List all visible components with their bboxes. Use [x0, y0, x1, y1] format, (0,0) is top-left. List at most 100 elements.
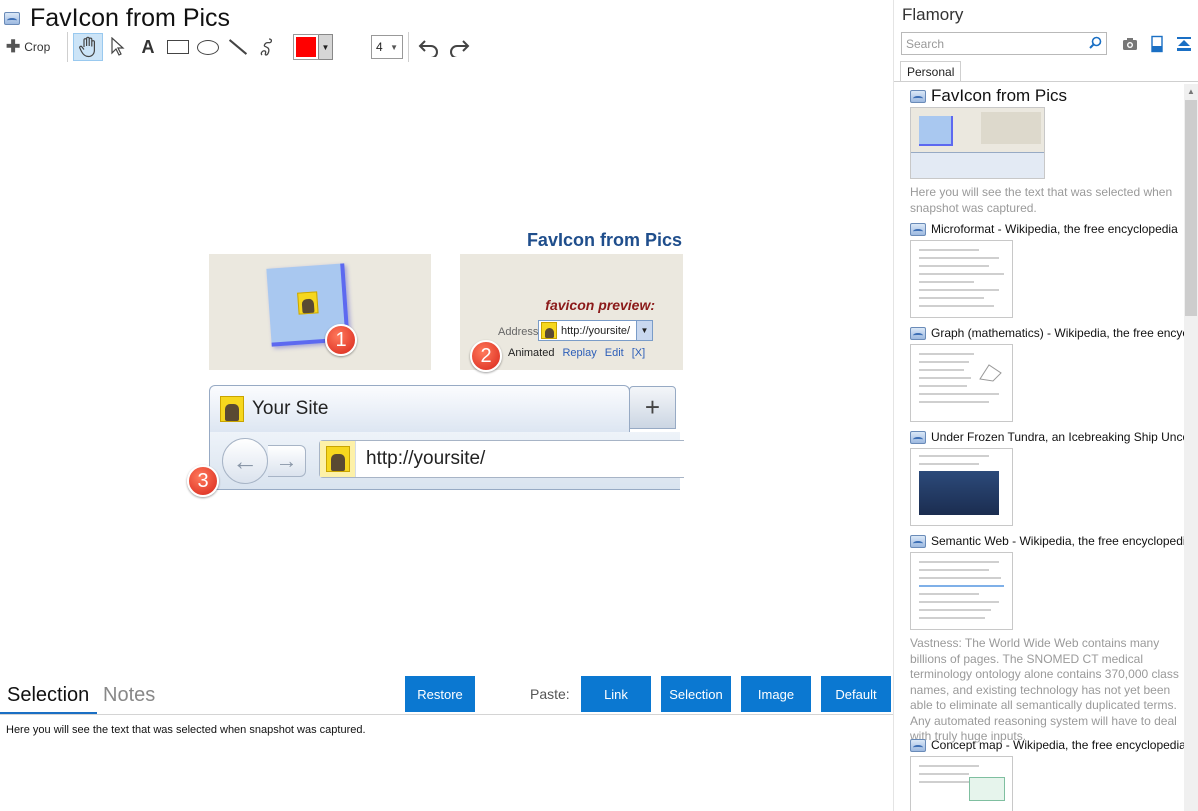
document-title: FavIcon from Pics: [30, 3, 231, 32]
line-width-select[interactable]: 4 ▼: [371, 35, 403, 59]
line-icon: [228, 39, 248, 55]
thumb-line: [919, 401, 989, 403]
line-width-icon: [345, 33, 367, 61]
rectangle-tool-button[interactable]: [163, 33, 193, 61]
toolbar-separator: [67, 32, 68, 62]
collapse-top-icon[interactable]: [1175, 35, 1193, 53]
thumb-preview-box: [981, 112, 1041, 144]
ellipse-tool-button[interactable]: [193, 33, 223, 61]
paste-image-button[interactable]: Image: [741, 676, 811, 712]
replay-link: Replay: [562, 347, 597, 359]
thumb-line: [919, 601, 999, 603]
freehand-tool-button[interactable]: [253, 33, 283, 61]
thumb-line: [919, 609, 991, 611]
address-field: http://yoursite/ ▼: [538, 320, 653, 341]
undo-button[interactable]: [414, 33, 444, 61]
search-input[interactable]: Search: [901, 32, 1107, 55]
search-placeholder: Search: [906, 36, 945, 51]
tab-personal[interactable]: Personal: [900, 61, 962, 82]
thumb-line: [919, 773, 969, 775]
step-badge-2: 2: [470, 340, 502, 372]
favicon-image: [297, 291, 319, 315]
list-item[interactable]: Concept map - Wikipedia, the free encycl…: [910, 736, 1184, 811]
thumb-graph-drawing: [979, 364, 1002, 382]
list-item-header: Microformat - Wikipedia, the free encycl…: [910, 220, 1184, 238]
step-badge-1: 1: [325, 324, 357, 356]
tab-divider: [894, 81, 1198, 82]
hand-icon: [79, 36, 95, 58]
thumb-line: [919, 765, 979, 767]
thumb-line: [919, 593, 979, 595]
thumb-line: [919, 361, 969, 363]
snapshot-heading: FavIcon from Pics: [526, 230, 682, 250]
camera-icon[interactable]: [1121, 35, 1139, 53]
list-item[interactable]: Graph (mathematics) - Wikipedia, the fre…: [910, 324, 1184, 422]
favicon-panel: 1: [209, 254, 431, 370]
snapshot-image[interactable]: FavIcon from Pics 1 favicon preview: Add…: [187, 226, 684, 497]
list-item-title: Semantic Web - Wikipedia, the free encyc…: [931, 534, 1184, 548]
select-tool-button[interactable]: [103, 33, 133, 61]
favicon-preview-panel: favicon preview: Address http://yoursite…: [460, 254, 683, 372]
list-item[interactable]: FavIcon from Pics Here you will see the …: [910, 87, 1184, 216]
paste-label: Paste:: [530, 686, 570, 702]
list-item-title: FavIcon from Pics: [931, 87, 1068, 105]
text-tool-button[interactable]: A: [133, 33, 163, 61]
webpage-icon: [4, 11, 20, 25]
list-item-description: Here you will see the text that was sele…: [910, 185, 1173, 215]
color-picker[interactable]: ▼: [293, 34, 333, 60]
list-item-title: Under Frozen Tundra, an Icebreaking Ship…: [931, 430, 1184, 444]
browser-nav-bar: ← → http://yoursite/: [209, 432, 684, 490]
thumb-line: [919, 297, 984, 299]
tab-notes[interactable]: Notes: [103, 684, 155, 707]
restore-button[interactable]: Restore: [405, 676, 475, 712]
address-value: http://yoursite/: [561, 324, 631, 337]
thumb-line: [919, 561, 999, 563]
webpage-icon: [910, 326, 926, 340]
hand-tool-button[interactable]: [73, 33, 103, 61]
webpage-icon: [910, 89, 926, 103]
editor-pane: FavIcon from Pics ✚ Crop A ▼ 4 ▼ FavIcon…: [0, 0, 893, 811]
list-item[interactable]: Semantic Web - Wikipedia, the free encyc…: [910, 532, 1184, 745]
tab-selection[interactable]: Selection: [7, 684, 89, 707]
paste-selection-button[interactable]: Selection: [661, 676, 731, 712]
thumb-line: [919, 369, 964, 371]
scrollbar-thumb[interactable]: [1185, 100, 1197, 316]
redo-button[interactable]: [444, 33, 474, 61]
scroll-up-arrow-icon[interactable]: ▲: [1184, 84, 1198, 98]
paste-default-button[interactable]: Default: [821, 676, 891, 712]
thumb-line: [919, 273, 1004, 275]
chevron-down-icon: ▼: [318, 35, 332, 59]
title-row: FavIcon from Pics: [4, 4, 230, 32]
url-bar: http://yoursite/: [319, 440, 684, 478]
crop-button[interactable]: ✚ Crop: [6, 33, 62, 61]
selection-text[interactable]: Here you will see the text that was sele…: [6, 724, 366, 736]
list-item-title: Graph (mathematics) - Wikipedia, the fre…: [931, 326, 1184, 340]
thumb-line: [919, 281, 974, 283]
annotation-toolbar: ✚ Crop A ▼ 4 ▼: [6, 32, 474, 62]
list-item-header: Concept map - Wikipedia, the free encycl…: [910, 736, 1184, 754]
back-arrow-icon: ←: [222, 438, 268, 484]
list-item[interactable]: Under Frozen Tundra, an Icebreaking Ship…: [910, 428, 1184, 526]
thumb-line: [919, 257, 999, 259]
list-item[interactable]: Microformat - Wikipedia, the free encycl…: [910, 220, 1184, 318]
url-favicon: [320, 441, 356, 477]
crop-icon: ✚: [6, 37, 21, 56]
list-item-title: Microformat - Wikipedia, the free encycl…: [931, 222, 1178, 236]
favicon-image: [541, 322, 557, 339]
paste-link-button[interactable]: Link: [581, 676, 651, 712]
document-icon[interactable]: [1148, 35, 1166, 53]
crop-label: Crop: [24, 40, 51, 54]
list-item-header: Under Frozen Tundra, an Icebreaking Ship…: [910, 428, 1184, 446]
thumb-line: [919, 353, 974, 355]
freehand-icon: [260, 38, 273, 56]
line-width-value: 4: [376, 40, 383, 54]
line-tool-button[interactable]: [223, 33, 253, 61]
close-link: [X]: [631, 347, 646, 359]
undo-icon: [418, 40, 438, 57]
list-item-header: Graph (mathematics) - Wikipedia, the fre…: [910, 324, 1184, 342]
ellipse-icon: [197, 39, 219, 55]
webpage-icon: [910, 738, 926, 752]
browser-tab: Your Site: [209, 385, 630, 432]
search-icon[interactable]: [1089, 36, 1102, 49]
preview-links: Animated Replay Edit [X]: [508, 347, 645, 359]
